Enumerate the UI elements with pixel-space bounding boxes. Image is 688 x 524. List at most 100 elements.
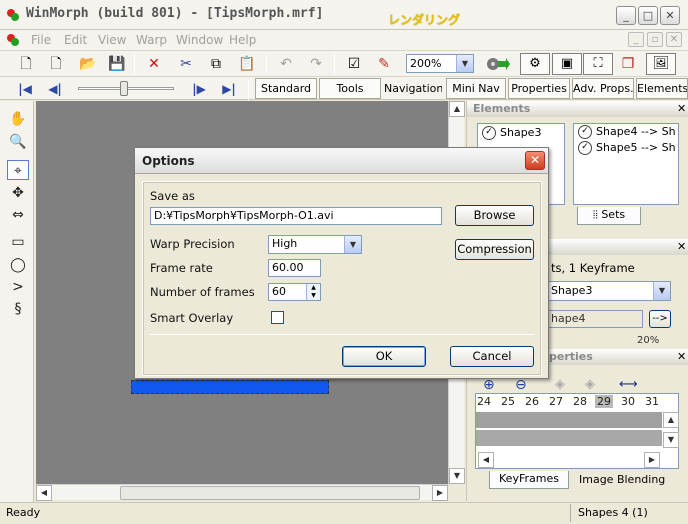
tab-sets[interactable]: ⦙⦙ Sets: [577, 207, 641, 225]
windows-icon[interactable]: ❐: [618, 54, 638, 74]
maximize-button[interactable]: □: [638, 6, 658, 25]
scroll-up-icon[interactable]: ▲: [449, 101, 465, 117]
minimize-button[interactable]: _: [616, 6, 636, 25]
polyline-tool-icon[interactable]: >: [7, 277, 29, 297]
tab-navigation[interactable]: Navigation: [383, 78, 443, 99]
hand-tool-icon[interactable]: ✋: [7, 109, 29, 129]
copy-icon[interactable]: ⧉: [206, 54, 226, 74]
undo-icon[interactable]: ↶: [276, 54, 296, 74]
redo-icon[interactable]: ↷: [306, 54, 326, 74]
tab-adv-props[interactable]: Adv. Props.: [572, 78, 634, 99]
mdi-restore-button[interactable]: ▫: [647, 32, 663, 47]
open-folder-icon[interactable]: 📂: [78, 54, 98, 74]
list-item[interactable]: ✓ Shape4 --> Sh: [574, 124, 678, 140]
zoom-in-icon[interactable]: ⊕: [483, 377, 495, 393]
keyframe-panel-title: perties: [549, 350, 593, 363]
blend-percent: 20%: [637, 335, 660, 346]
scroll-down-icon[interactable]: ▼: [663, 432, 679, 448]
rectangle-tool-icon[interactable]: ▭: [7, 232, 29, 252]
tab-elements[interactable]: Elements: [636, 78, 688, 99]
shape-select[interactable]: Shape3 ▼: [547, 281, 671, 301]
save-as-field[interactable]: D:¥TipsMorph¥TipsMorph-O1.avi: [150, 207, 442, 225]
scroll-up-icon[interactable]: ▲: [663, 412, 679, 428]
next-frame-icon[interactable]: |▶: [190, 81, 208, 97]
spinner-icon[interactable]: ▲ ▼: [306, 284, 320, 300]
number-of-frames-field[interactable]: 60 ▲ ▼: [268, 283, 321, 301]
save-icon[interactable]: 💾: [107, 54, 127, 74]
ellipse-tool-icon[interactable]: ◯: [7, 255, 29, 275]
element-props-close-icon[interactable]: ✕: [677, 240, 686, 253]
render-button[interactable]: [484, 54, 512, 74]
new-document-icon[interactable]: 🗋: [46, 54, 66, 74]
new-project-icon[interactable]: 🗋: [16, 54, 36, 74]
checklist-icon[interactable]: ☑: [344, 54, 364, 74]
diamond-icon[interactable]: ◈: [585, 377, 595, 392]
target-shape-field[interactable]: hape4: [547, 310, 643, 328]
shape-arrow-button[interactable]: -->: [649, 310, 671, 328]
zoom-out-icon[interactable]: ⊖: [515, 377, 527, 393]
first-frame-icon[interactable]: |◀: [16, 81, 34, 97]
mdi-close-button[interactable]: ✕: [666, 32, 682, 47]
ok-button[interactable]: OK: [342, 346, 426, 367]
scroll-down-icon[interactable]: ▼: [449, 468, 465, 484]
scroll-left-icon[interactable]: ◀: [36, 485, 52, 501]
shape-morph-icon[interactable]: ⚙: [520, 53, 550, 75]
keyframe-close-icon[interactable]: ✕: [677, 350, 686, 363]
frame-rate-label: Frame rate: [150, 261, 213, 275]
compression-button[interactable]: Compression: [455, 239, 534, 260]
scale-tool-icon[interactable]: ⇔: [7, 205, 29, 225]
elements-list-right[interactable]: ✓ Shape4 --> Sh ✓ Shape5 --> Sh: [573, 123, 679, 205]
tab-tools[interactable]: Tools: [319, 78, 381, 99]
smart-overlay-checkbox[interactable]: [271, 311, 284, 324]
warp-precision-select[interactable]: High ▼: [268, 235, 362, 254]
hscroll-thumb[interactable]: [120, 486, 420, 500]
dialog-title: Options: [142, 154, 195, 168]
delete-icon[interactable]: ✕: [144, 54, 164, 74]
tab-standard[interactable]: Standard: [255, 78, 317, 99]
menu-edit[interactable]: Edit: [64, 33, 87, 47]
select-tool-icon[interactable]: ⌖: [7, 160, 29, 180]
elements-close-icon[interactable]: ✕: [677, 102, 686, 115]
zoom-tool-icon[interactable]: 🔍: [7, 132, 29, 152]
close-window-button[interactable]: ✕: [660, 6, 680, 25]
move-tool-icon[interactable]: ✥: [7, 183, 29, 203]
pen-icon[interactable]: ✎: [374, 54, 394, 74]
mdi-minimize-button[interactable]: _: [628, 32, 644, 47]
scroll-right-icon[interactable]: ▶: [432, 485, 448, 501]
zoom-select[interactable]: 200% ▼: [406, 54, 474, 73]
browse-button[interactable]: Browse: [455, 205, 534, 226]
image-blend-icon[interactable]: ▣: [552, 53, 582, 75]
menu-help[interactable]: Help: [229, 33, 256, 47]
canvas-horizontal-scrollbar[interactable]: ◀ ▶: [36, 484, 448, 501]
tab-properties[interactable]: Properties: [508, 78, 570, 99]
paste-icon[interactable]: 📋: [237, 54, 257, 74]
prev-frame-icon[interactable]: ◀|: [46, 81, 64, 97]
menu-file[interactable]: File: [31, 33, 51, 47]
preview-icon[interactable]: 🖼: [646, 53, 676, 75]
status-divider: [570, 504, 571, 522]
scroll-right-icon[interactable]: ▶: [644, 452, 660, 468]
tab-image-blending[interactable]: Image Blending: [579, 473, 665, 486]
menu-window[interactable]: Window: [176, 33, 223, 47]
curve-tool-icon[interactable]: §: [7, 299, 29, 319]
cut-icon[interactable]: ✂: [176, 54, 196, 74]
list-item[interactable]: ✓ Shape5 --> Sh: [574, 140, 678, 156]
fit-width-icon[interactable]: ⟷: [619, 377, 638, 392]
list-item[interactable]: ✓ Shape3: [478, 124, 564, 142]
scroll-left-icon[interactable]: ◀: [478, 452, 494, 468]
tab-mini-nav[interactable]: Mini Nav: [446, 78, 506, 99]
diamond-icon[interactable]: ◈: [555, 377, 565, 392]
timeline-track[interactable]: [476, 412, 662, 428]
network-icon[interactable]: ⛶: [583, 53, 613, 75]
timeline-track[interactable]: [476, 430, 662, 446]
menu-warp[interactable]: Warp: [136, 33, 167, 47]
tab-keyframes[interactable]: KeyFrames: [489, 471, 569, 489]
frame-slider-thumb[interactable]: [120, 81, 128, 96]
blue-shape[interactable]: [131, 380, 329, 394]
last-frame-icon[interactable]: ▶|: [220, 81, 238, 97]
menu-view[interactable]: View: [98, 33, 126, 47]
dialog-close-button[interactable]: ✕: [525, 151, 545, 170]
frame-rate-field[interactable]: 60.00: [268, 259, 321, 277]
cancel-button[interactable]: Cancel: [450, 346, 534, 367]
warp-precision-label: Warp Precision: [150, 237, 235, 251]
